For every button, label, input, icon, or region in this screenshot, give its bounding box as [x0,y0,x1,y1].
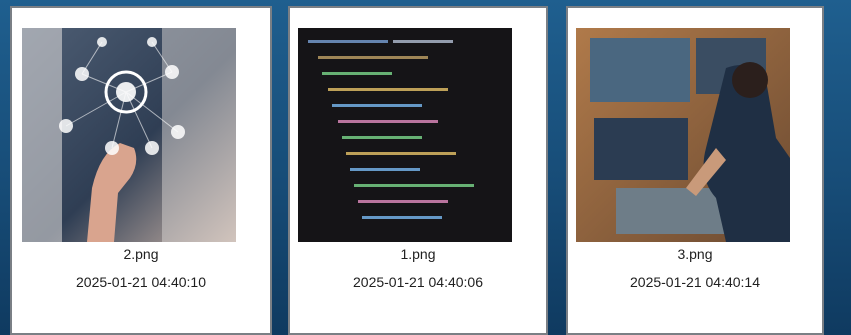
image-card-1[interactable]: 1.png 2025-01-21 04:40:06 [288,6,548,335]
image-card-2[interactable]: 2.png 2025-01-21 04:40:10 [10,6,272,335]
image-timestamp: 2025-01-21 04:40:10 [76,274,206,290]
thumbnail-network-touch[interactable] [22,28,236,242]
image-timestamp: 2025-01-21 04:40:06 [353,274,483,290]
image-card-3[interactable]: 3.png 2025-01-21 04:40:14 [566,6,824,335]
thumbnail-code-screen[interactable] [298,28,512,242]
image-timestamp: 2025-01-21 04:40:14 [630,274,760,290]
image-file-name: 1.png [400,246,436,262]
thumbnail-laptop-desk[interactable] [576,28,790,242]
image-file-name: 2.png [123,246,159,262]
image-file-name: 3.png [677,246,713,262]
image-gallery-strip: 2.png 2025-01-21 04:40:10 1.png 2025-01-… [0,0,851,335]
